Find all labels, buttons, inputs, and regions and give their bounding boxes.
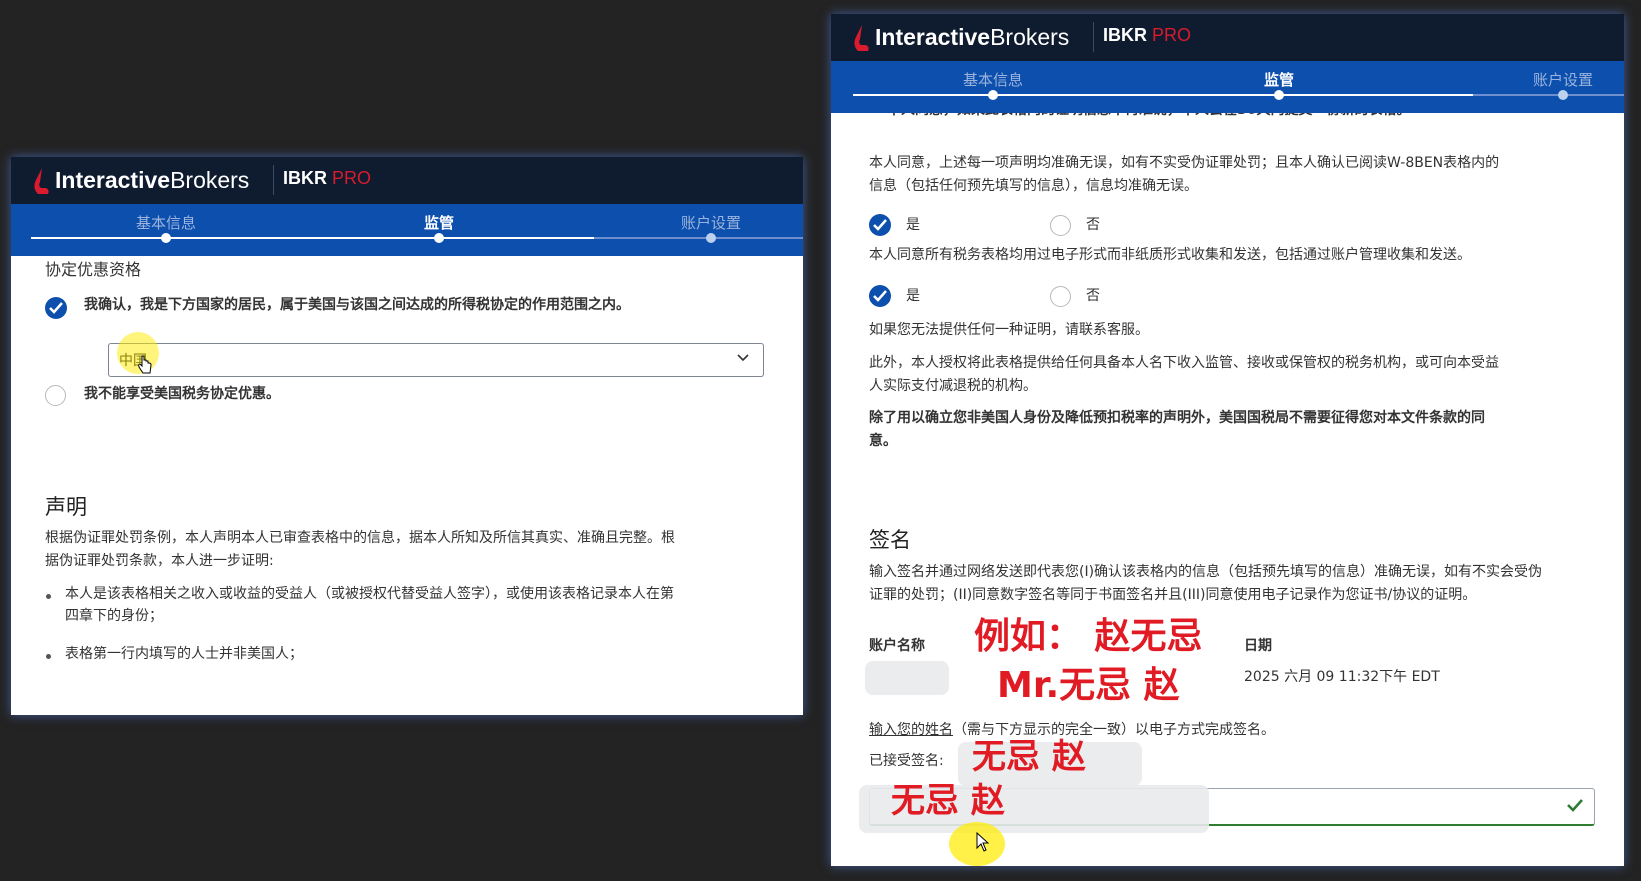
step-basic-info[interactable]: 基本信息 — [136, 212, 196, 233]
app-header: InteractiveBrokers IBKR PRO — [11, 157, 803, 204]
treaty-title: 协定优惠资格 — [45, 260, 142, 279]
date-label: 日期 — [1244, 638, 1272, 654]
check-icon — [873, 290, 887, 302]
step-dot-account — [1558, 90, 1568, 100]
step-dot-basic — [161, 233, 171, 243]
country-select[interactable]: 中国 — [108, 343, 764, 377]
arrow-cursor-icon — [976, 832, 990, 852]
ib-logo-icon — [854, 25, 869, 51]
account-name-label: 账户名称 — [869, 638, 925, 654]
signature-desc-1: 输入签名并通过网络发送即代表您(I)确认该表格内的信息（包括预先填写的信息）准确… — [869, 564, 1543, 580]
right-panel: InteractiveBrokers IBKR PRO 基本信息 监管 账户设置… — [831, 14, 1624, 866]
progress-track-pending — [1473, 94, 1624, 96]
bullet-dot — [46, 594, 51, 599]
irs-note-2: 意。 — [869, 433, 897, 449]
date-value: 2025 六月 09 11:32下午 EDT — [1244, 669, 1440, 685]
statement-1-no-label: 否 — [1086, 217, 1100, 233]
declaration-bullet-1a: 本人是该表格相关之收入或收益的受益人（或被授权代替受益人签字），或使用该表格记录… — [65, 586, 674, 602]
statement-2: 本人同意所有税务表格均用过电子形式而非纸质形式收集和发送，包括通过账户管理收集和… — [869, 247, 1471, 263]
step-regulatory[interactable]: 监管 — [424, 212, 454, 233]
statement-1-yes-radio[interactable] — [869, 214, 891, 236]
statement-2-yes-label: 是 — [906, 288, 920, 304]
left-panel: InteractiveBrokers IBKR PRO 基本信息 监管 账户设置… — [11, 157, 803, 715]
step-basic-info[interactable]: 基本信息 — [963, 69, 1023, 90]
step-dot-account — [706, 233, 716, 243]
valid-check-icon — [1567, 799, 1583, 812]
treaty-decline-label: 我不能享受美国税务协定优惠。 — [84, 386, 280, 402]
bullet-dot — [46, 654, 51, 659]
declaration-intro-2: 据伪证罪处罚条款，本人进一步证明: — [45, 553, 274, 569]
product-name: IBKR PRO — [283, 168, 372, 188]
progress-steps: 基本信息 监管 账户设置 — [831, 61, 1624, 113]
step-regulatory[interactable]: 监管 — [1264, 69, 1294, 90]
treaty-decline-radio[interactable] — [45, 385, 66, 406]
check-icon — [49, 302, 63, 314]
statement-2-no-label: 否 — [1086, 288, 1100, 304]
header-divider — [273, 165, 274, 195]
brand-logo: InteractiveBrokers — [55, 167, 250, 193]
truncated-statement: 本人同意，如果此表格内的证明信息不再准确，本人会在30天内提交一份新的表格。 — [887, 113, 1410, 122]
authorize-2: 人实际支付减退税的机构。 — [869, 378, 1037, 394]
hand-cursor-icon — [138, 355, 152, 374]
header-divider — [1093, 22, 1094, 52]
enter-name-link[interactable]: 输入您的姓名 — [869, 722, 953, 738]
irs-note-1: 除了用以确立您非美国人身份及降低预扣税率的声明外，美国国税局不需要征得您对本文件… — [869, 410, 1485, 426]
signature-title: 签名 — [869, 528, 911, 552]
step-dot-basic — [988, 90, 998, 100]
redacted-account-name — [865, 661, 949, 695]
typed-name-annotation: 无忌 赵 — [891, 781, 1005, 821]
example-annotation-1: 例如： 赵无忌 — [974, 616, 1203, 657]
step-account-settings[interactable]: 账户设置 — [681, 212, 741, 233]
check-icon — [873, 219, 887, 231]
contact-note: 如果您无法提供任何一种证明，请联系客服。 — [869, 322, 1149, 338]
treaty-confirm-checkbox[interactable] — [45, 297, 67, 319]
scroll-clip: 本人同意，如果此表格内的证明信息不再准确，本人会在30天内提交一份新的表格。 — [831, 113, 1624, 125]
step-dot-regulatory — [1274, 90, 1284, 100]
statement-2-no-radio[interactable] — [1050, 286, 1071, 307]
step-account-settings[interactable]: 账户设置 — [1533, 69, 1593, 90]
statement-1-yes-label: 是 — [906, 217, 920, 233]
example-annotation-2: Mr.无忌 赵 — [997, 665, 1180, 706]
chevron-down-icon — [737, 354, 749, 362]
statement-2-yes-radio[interactable] — [869, 285, 891, 307]
progress-track-pending — [594, 237, 803, 239]
statement-1b: 信息（包括任何预先填写的信息），信息均准确无误。 — [869, 178, 1198, 194]
accepted-signature-label: 已接受签名: — [869, 753, 944, 769]
accepted-name-annotation: 无忌 赵 — [972, 737, 1086, 777]
declaration-bullet-2: 表格第一行内填写的人士并非美国人； — [65, 646, 303, 662]
step-dot-regulatory — [434, 233, 444, 243]
authorize-1: 此外，本人授权将此表格提供给任何具备本人名下收入监管、接收或保管权的税务机构，或… — [869, 355, 1499, 371]
statement-1-no-radio[interactable] — [1050, 215, 1071, 236]
treaty-confirm-label: 我确认，我是下方国家的居民，属于美国与该国之间达成的所得税协定的作用范围之内。 — [84, 297, 630, 313]
signature-desc-2: 证罪的处罚；(II)同意数字签名等同于书面签名并且(III)同意使用电子记录作为… — [869, 587, 1477, 603]
statement-1a: 本人同意，上述每一项声明均准确无误，如有不实受伪证罪处罚；且本人确认已阅读W-8… — [869, 155, 1500, 171]
app-header: InteractiveBrokers IBKR PRO — [831, 14, 1624, 61]
product-name: IBKR PRO — [1103, 25, 1192, 45]
declaration-intro-1: 根据伪证罪处罚条例，本人声明本人已审查表格中的信息，据本人所知及所信其真实、准确… — [45, 530, 675, 546]
progress-steps: 基本信息 监管 账户设置 — [11, 204, 803, 256]
brand-logo: InteractiveBrokers — [875, 24, 1070, 50]
declaration-title: 声明 — [45, 495, 87, 519]
ib-logo-icon — [34, 168, 49, 194]
progress-track-done — [31, 237, 594, 239]
progress-track-done — [853, 94, 1473, 96]
declaration-bullet-1b: 四章下的身份； — [65, 608, 163, 624]
